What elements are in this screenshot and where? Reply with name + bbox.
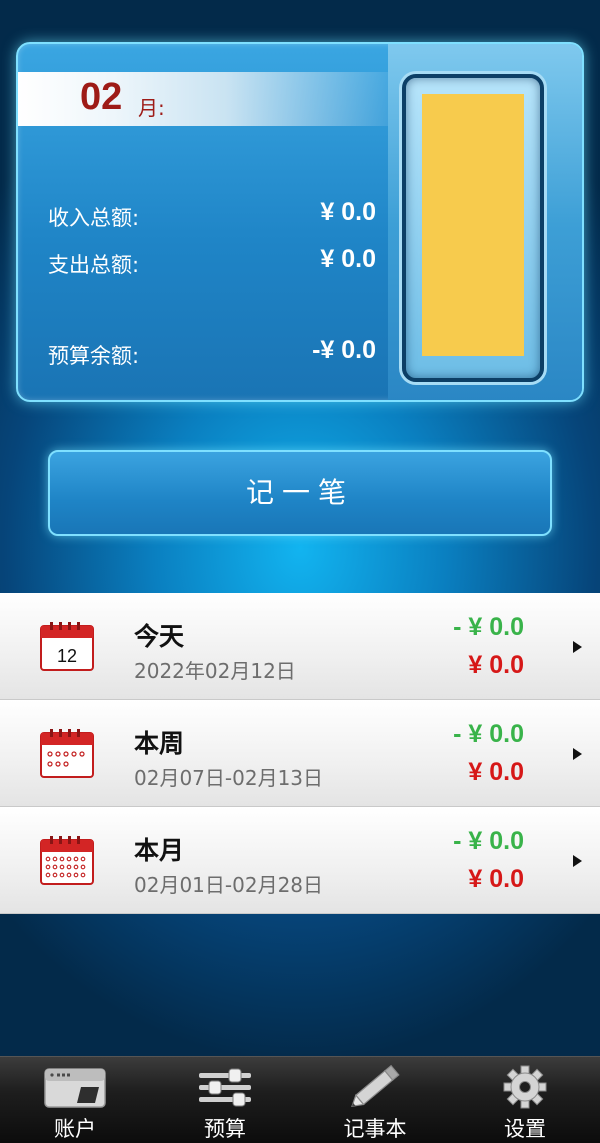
period-income: - ¥ 0.0 xyxy=(453,613,524,641)
budget-gauge-track xyxy=(422,94,524,356)
period-expense: ¥ 0.0 xyxy=(468,758,524,786)
period-income: - ¥ 0.0 xyxy=(453,720,524,748)
wallet-card-icon xyxy=(44,1068,106,1108)
calendar-day-icon: 12 xyxy=(40,622,94,671)
tab-label: 记事本 xyxy=(343,1117,407,1141)
add-record-button[interactable]: 记一笔 xyxy=(48,450,552,536)
chevron-right-icon xyxy=(573,855,582,867)
income-total-value: ¥ 0.0 xyxy=(320,198,376,226)
period-range: 02月07日-02月13日 xyxy=(134,766,324,790)
sliders-icon xyxy=(199,1068,251,1107)
income-total-label: 收入总额: xyxy=(48,206,140,230)
gear-icon xyxy=(503,1065,547,1109)
period-range: 02月01日-02月28日 xyxy=(134,873,324,897)
budget-balance-value: -¥ 0.0 xyxy=(312,336,376,364)
period-expense: ¥ 0.0 xyxy=(468,865,524,893)
period-range: 2022年02月12日 xyxy=(134,659,296,683)
tab-budget[interactable]: 预算 xyxy=(150,1057,300,1143)
period-title: 本月 xyxy=(134,836,185,865)
period-row-month[interactable]: 本月 02月01日-02月28日 - ¥ 0.0 ¥ 0.0 xyxy=(0,807,600,914)
period-title: 本周 xyxy=(134,729,185,758)
monthly-summary-card: 02 月: 收入总额: ¥ 0.0 支出总额: ¥ 0.0 预算余额: -¥ 0… xyxy=(16,42,584,402)
chevron-right-icon xyxy=(573,641,582,653)
calendar-week-icon xyxy=(40,729,94,778)
period-row-today[interactable]: 12 今天 2022年02月12日 - ¥ 0.0 ¥ 0.0 xyxy=(0,593,600,700)
calendar-day-number: 12 xyxy=(57,646,77,666)
calendar-month-icon xyxy=(40,836,94,885)
budget-gauge-panel xyxy=(388,44,582,400)
chevron-right-icon xyxy=(573,748,582,760)
tab-settings[interactable]: 设置 xyxy=(450,1057,600,1143)
period-income: - ¥ 0.0 xyxy=(453,827,524,855)
month-number: 02 xyxy=(80,76,123,118)
tab-notebook[interactable]: 记事本 xyxy=(300,1057,450,1143)
period-title: 今天 xyxy=(134,622,185,651)
month-unit: 月: xyxy=(138,96,165,120)
period-expense: ¥ 0.0 xyxy=(468,651,524,679)
period-row-week[interactable]: 本周 02月07日-02月13日 - ¥ 0.0 ¥ 0.0 xyxy=(0,700,600,807)
expense-total-value: ¥ 0.0 xyxy=(320,245,376,273)
budget-balance-label: 预算余额: xyxy=(48,344,140,368)
expense-total-label: 支出总额: xyxy=(48,253,140,277)
tab-label: 账户 xyxy=(54,1117,96,1141)
period-list: 12 今天 2022年02月12日 - ¥ 0.0 ¥ 0.0 本周 02月07… xyxy=(0,593,600,914)
budget-gauge-fill xyxy=(422,94,524,356)
budget-gauge xyxy=(402,74,544,382)
pencil-icon xyxy=(351,1064,400,1108)
tab-label: 预算 xyxy=(204,1117,246,1141)
bottom-tab-bar: 账户 预算 记事本 设置 xyxy=(0,1056,600,1143)
tab-label: 设置 xyxy=(504,1117,546,1141)
month-header: 02 月: xyxy=(18,72,398,126)
tab-accounts[interactable]: 账户 xyxy=(0,1057,150,1143)
